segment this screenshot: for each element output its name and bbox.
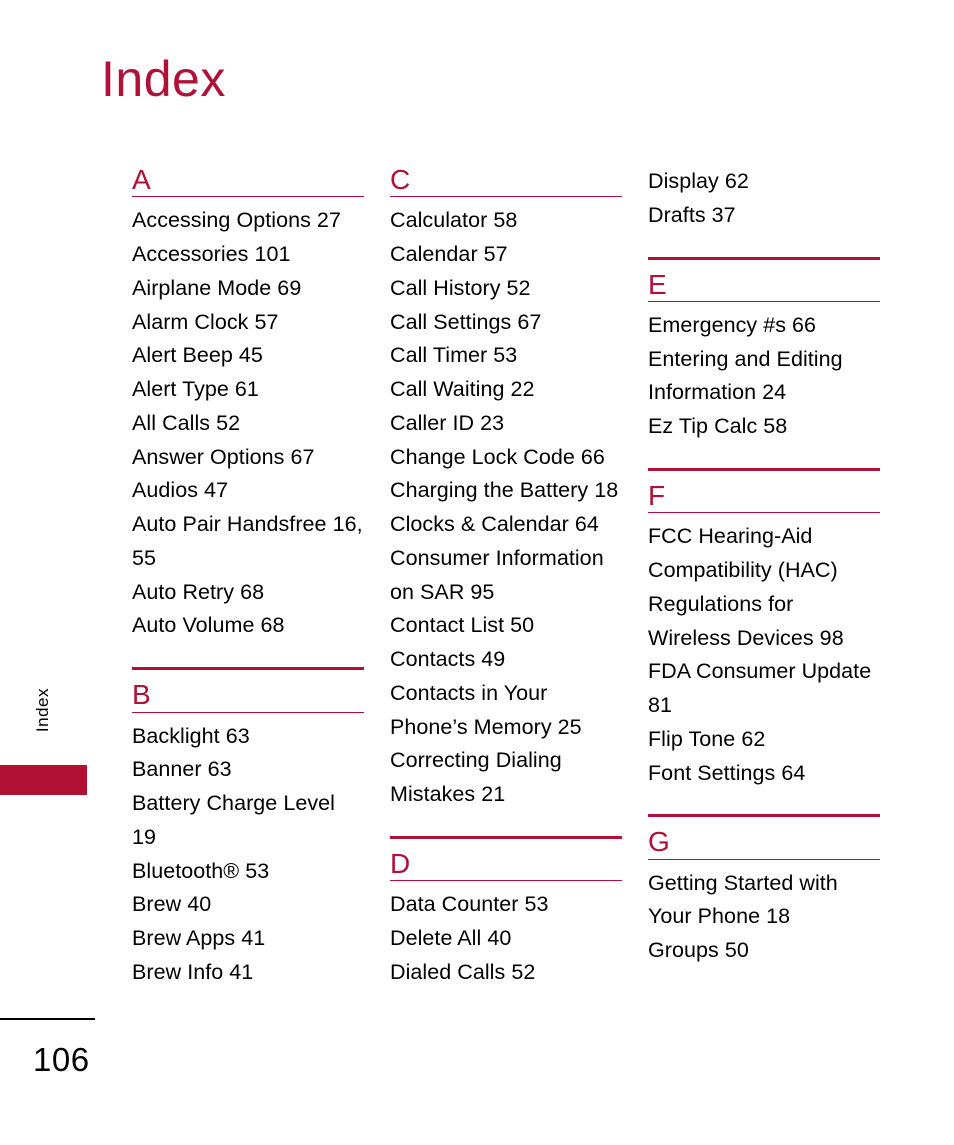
index-entry[interactable]: Accessing Options 27: [132, 204, 364, 238]
index-entry[interactable]: Accessories 101: [132, 238, 364, 272]
index-entry[interactable]: Correcting Dialing Mistakes 21: [390, 744, 622, 812]
index-entry[interactable]: FCC Hearing-Aid Compatibility (HAC) Regu…: [648, 520, 880, 655]
index-entry-list: Backlight 63 Banner 63 Battery Charge Leve…: [132, 720, 364, 990]
index-entry[interactable]: Battery Charge Level 19: [132, 787, 364, 855]
index-entry-list: FCC Hearing-Aid Compatibility (HAC) Regu…: [648, 520, 880, 790]
index-entry-list: Accessing Options 27 Accessories 101 Airpl…: [132, 204, 364, 643]
index-entry[interactable]: Auto Pair Handsfree 16, 55: [132, 508, 364, 576]
index-entry[interactable]: Data Counter 53: [390, 888, 622, 922]
index-entry[interactable]: Emergency #s 66: [648, 309, 880, 343]
index-entry[interactable]: Clocks & Calendar 64: [390, 508, 622, 542]
index-entry[interactable]: Contacts 49: [390, 643, 622, 677]
index-entry-list-continued: Display 62 Drafts 37: [648, 165, 880, 233]
side-tab-label: Index: [33, 688, 52, 733]
letter-section-b: B Backlight 63 Banner 63 Battery Charge Lev…: [132, 667, 364, 989]
index-columns: A Accessing Options 27 Accessories 101 Airp…: [132, 165, 892, 990]
index-entry[interactable]: Consumer Information on SAR 95: [390, 542, 622, 610]
index-entry[interactable]: Brew Info 41: [132, 956, 364, 990]
index-entry[interactable]: Contacts in Your Phone’s Memory 25: [390, 677, 622, 745]
letter-section-f: F FCC Hearing-Aid Compatibility (HAC) Reg…: [648, 467, 880, 790]
index-entry[interactable]: Alert Beep 45: [132, 339, 364, 373]
index-entry[interactable]: Calendar 57: [390, 238, 622, 272]
index-entry[interactable]: Caller ID 23: [390, 407, 622, 441]
side-tab-marker: [0, 765, 87, 795]
index-entry[interactable]: Bluetooth® 53: [132, 855, 364, 889]
letter-heading-c: C: [390, 165, 622, 198]
index-entry[interactable]: FDA Consumer Update 81: [648, 655, 880, 723]
index-entry[interactable]: Call Timer 53: [390, 339, 622, 373]
index-entry-list: Calculator 58 Calendar 57 Call History 52 C…: [390, 204, 622, 812]
page-number: 106: [33, 1041, 90, 1078]
index-entry[interactable]: Change Lock Code 66: [390, 441, 622, 475]
index-entry[interactable]: Getting Started with Your Phone 18: [648, 867, 880, 935]
index-entry[interactable]: Answer Options 67: [132, 441, 364, 475]
letter-section-e: E Emergency #s 66 Entering and Editing Inf…: [648, 256, 880, 444]
index-entry[interactable]: Audios 47: [132, 474, 364, 508]
letter-heading-g: G: [648, 827, 880, 860]
index-entry[interactable]: Display 62: [648, 165, 880, 199]
index-entry[interactable]: Call Waiting 22: [390, 373, 622, 407]
letter-heading-b: B: [132, 680, 364, 713]
index-entry-list: Getting Started with Your Phone 18 Groups…: [648, 867, 880, 968]
footer-divider: [0, 1018, 95, 1020]
index-entry[interactable]: Entering and Editing Information 24: [648, 343, 880, 411]
index-entry[interactable]: Dialed Calls 52: [390, 956, 622, 990]
letter-heading-e: E: [648, 269, 880, 302]
letter-heading-a: A: [132, 165, 364, 198]
column-1: A Accessing Options 27 Accessories 101 Airp…: [132, 165, 364, 990]
index-entry[interactable]: Ez Tip Calc 58: [648, 410, 880, 444]
page-title: Index: [101, 51, 226, 107]
index-entry[interactable]: Auto Volume 68: [132, 609, 364, 643]
index-entry[interactable]: Backlight 63: [132, 720, 364, 754]
index-entry[interactable]: Groups 50: [648, 934, 880, 968]
index-entry[interactable]: All Calls 52: [132, 407, 364, 441]
index-entry-list: Data Counter 53 Delete All 40 Dialed Calls…: [390, 888, 622, 989]
index-entry[interactable]: Brew Apps 41: [132, 922, 364, 956]
letter-section-c: C Calculator 58 Calendar 57 Call History 52…: [390, 165, 622, 812]
letter-section-a: A Accessing Options 27 Accessories 101 Airp…: [132, 165, 364, 643]
letter-section-g: G Getting Started with Your Phone 18 Group…: [648, 814, 880, 968]
index-entry[interactable]: Contact List 50: [390, 609, 622, 643]
index-entry[interactable]: Auto Retry 68: [132, 576, 364, 610]
letter-section-d: D Data Counter 53 Delete All 40 Dialed Call…: [390, 835, 622, 990]
index-entry[interactable]: Delete All 40: [390, 922, 622, 956]
index-entry[interactable]: Call History 52: [390, 272, 622, 306]
index-entry[interactable]: Flip Tone 62: [648, 723, 880, 757]
column-2: C Calculator 58 Calendar 57 Call History 52…: [390, 165, 622, 990]
column-3: Display 62 Drafts 37 E Emergency #s 66 Enter…: [648, 165, 880, 990]
index-entry[interactable]: Drafts 37: [648, 199, 880, 233]
index-entry[interactable]: Banner 63: [132, 753, 364, 787]
index-entry[interactable]: Alarm Clock 57: [132, 306, 364, 340]
index-entry[interactable]: Brew 40: [132, 888, 364, 922]
letter-heading-f: F: [648, 481, 880, 514]
index-entry[interactable]: Call Settings 67: [390, 306, 622, 340]
index-entry[interactable]: Alert Type 61: [132, 373, 364, 407]
index-entry[interactable]: Font Settings 64: [648, 757, 880, 791]
index-entry-list: Emergency #s 66 Entering and Editing Info…: [648, 309, 880, 444]
letter-heading-d: D: [390, 849, 622, 882]
index-entry[interactable]: Calculator 58: [390, 204, 622, 238]
index-entry[interactable]: Airplane Mode 69: [132, 272, 364, 306]
index-entry[interactable]: Charging the Battery 18: [390, 474, 622, 508]
